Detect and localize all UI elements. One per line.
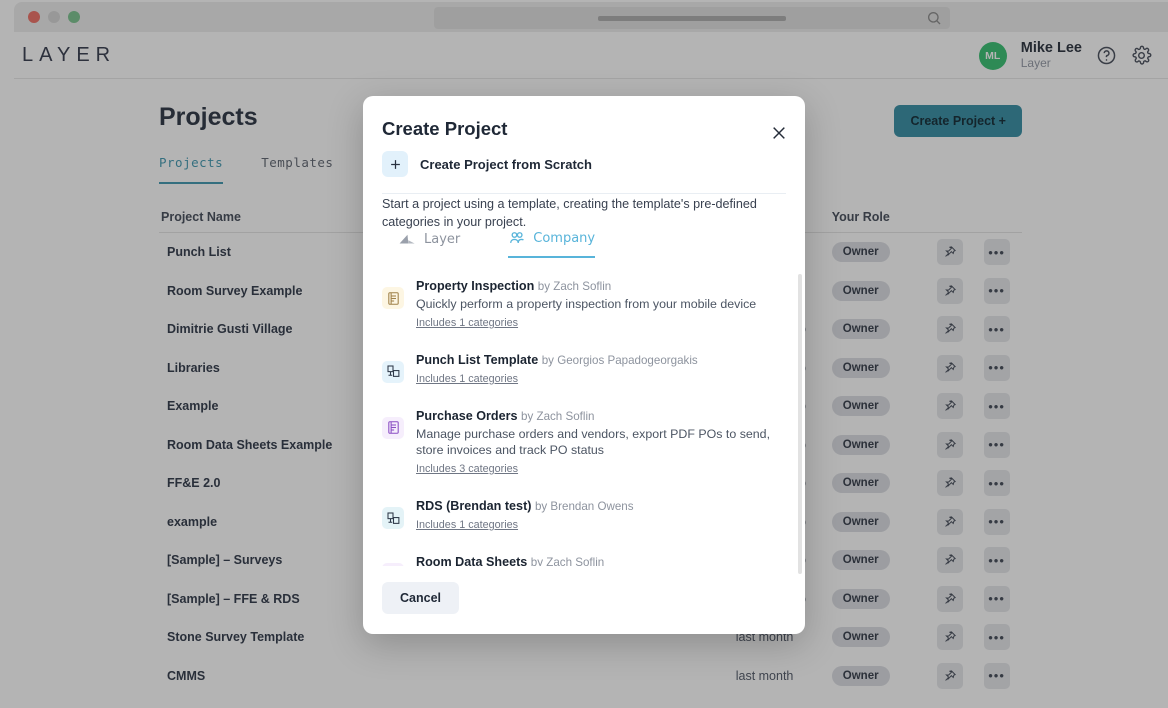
- layer-logo-icon: [399, 234, 415, 243]
- template-body: Purchase Orders by Zach Soflin Manage pur…: [416, 408, 786, 477]
- template-author: by Zach Soflin: [537, 280, 612, 293]
- template-list-item[interactable]: Room Data Sheets by Zach Soflin: [382, 544, 786, 566]
- template-description: Quickly perform a property inspection fr…: [416, 297, 757, 311]
- people-icon: [510, 232, 525, 243]
- copy-blocks-icon: [382, 360, 404, 383]
- template-body: RDS (Brendan test) by Brendan Owens Inclu…: [416, 498, 786, 533]
- template-author: by Brendan Owens: [534, 500, 634, 514]
- modal-title: Create Project: [382, 118, 508, 139]
- template-name: Purchase Orders: [416, 408, 518, 423]
- template-author: by Zach Soflin: [521, 409, 595, 423]
- modal-scrollbar[interactable]: [798, 274, 802, 574]
- modal-footer: Cancel: [382, 582, 459, 614]
- document-list-icon: [382, 287, 404, 309]
- template-body: Property Inspection by Zach Soflin Quickl…: [416, 278, 786, 331]
- close-icon[interactable]: [771, 125, 787, 141]
- template-categories-link[interactable]: Includes 1 categories: [416, 317, 518, 329]
- template-list-item[interactable]: RDS (Brendan test) by Brendan Owens Inclu…: [382, 488, 786, 544]
- document-list-icon: [382, 416, 404, 439]
- template-list-item[interactable]: Punch List Template by Georgios Papadoge…: [382, 342, 786, 398]
- template-author: by Georgios Papadogeorgakis: [541, 353, 698, 367]
- modal-tab-company-label: Company: [533, 230, 596, 246]
- template-name: RDS (Brendan test): [416, 499, 532, 514]
- copy-blocks-icon: [382, 507, 404, 530]
- create-from-scratch-label: Create Project from Scratch: [420, 156, 592, 172]
- template-categories-link[interactable]: Includes 1 categories: [416, 373, 518, 385]
- template-heading: RDS (Brendan test) by Brendan Owens: [416, 498, 786, 515]
- template-heading: Purchase Orders by Zach Soflin: [416, 408, 786, 425]
- modal-tab-layer-label: Layer: [424, 231, 461, 247]
- modal-tabs: Layer Company: [398, 229, 596, 258]
- template-name: Punch List Template: [416, 352, 539, 367]
- room-sheet-icon: [382, 563, 404, 566]
- template-categories-link[interactable]: Includes 3 categories: [416, 463, 518, 475]
- template-list-item[interactable]: Property Inspection by Zach Soflin Quickl…: [382, 268, 786, 342]
- app-root: LAYER ML Mike Lee Layer Projects Create …: [0, 0, 1168, 708]
- plus-icon: [382, 151, 408, 177]
- modal-tab-company[interactable]: Company: [508, 229, 596, 258]
- template-categories-link[interactable]: Includes 1 categories: [416, 519, 518, 531]
- template-heading: Punch List Template by Georgios Papadoge…: [416, 352, 786, 369]
- cancel-button[interactable]: Cancel: [382, 582, 459, 614]
- create-from-scratch-row[interactable]: Create Project from Scratch: [382, 151, 786, 194]
- template-heading: Property Inspection by Zach Soflin: [416, 278, 786, 295]
- template-list-item[interactable]: Purchase Orders by Zach Soflin Manage pur…: [382, 398, 786, 488]
- template-heading: Room Data Sheets by Zach Soflin: [416, 554, 786, 566]
- modal-tab-layer[interactable]: Layer: [398, 229, 460, 258]
- template-description: Manage purchase orders and vendors, expo…: [416, 426, 771, 458]
- template-body: Room Data Sheets by Zach Soflin: [416, 554, 786, 566]
- modal-blurb: Start a project using a template, creati…: [382, 197, 757, 230]
- template-name: Property Inspection: [416, 279, 535, 293]
- template-body: Punch List Template by Georgios Papadoge…: [416, 352, 786, 387]
- template-list[interactable]: Property Inspection by Zach Soflin Quickl…: [363, 268, 805, 566]
- create-project-modal: Create Project Create Project from Scrat…: [363, 96, 805, 634]
- template-author: by Zach Soflin: [530, 556, 605, 566]
- template-name: Room Data Sheets: [416, 555, 528, 566]
